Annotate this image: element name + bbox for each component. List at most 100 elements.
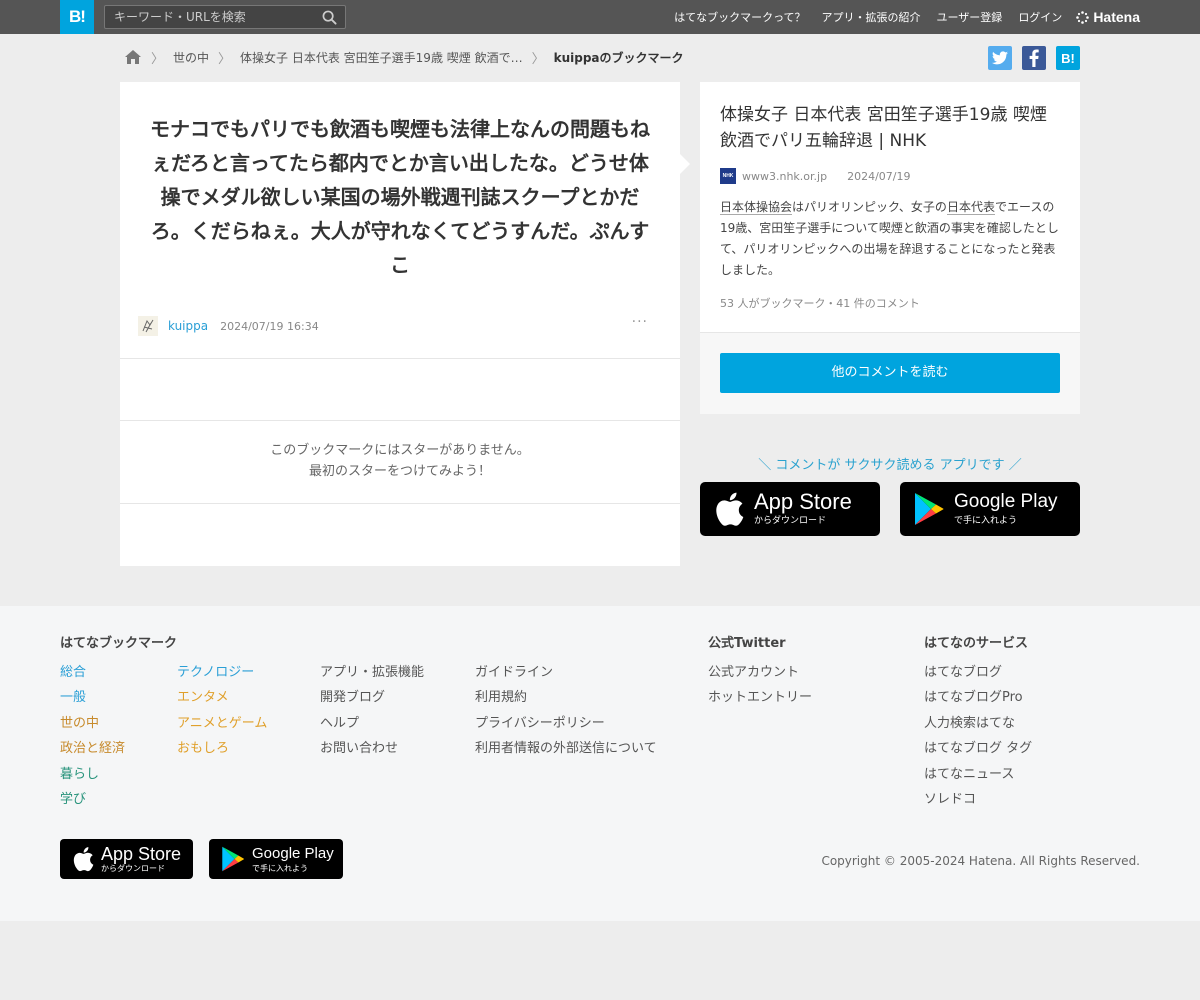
google-play-label: Google Play で手に入れよう	[954, 491, 1058, 527]
bookmark-comment-card: モナコでもパリでも飲酒も喫煙も法律上なんの問題もねぇだろと言ってたら都内でとか言…	[120, 82, 690, 566]
app-store-name: App Store	[754, 489, 852, 514]
breadcrumb-entry[interactable]: 体操女子 日本代表 宮田笙子選手19歳 喫煙 飲酒で…	[240, 49, 523, 66]
google-play-label: Google Play で手に入れよう	[252, 845, 334, 874]
footer-link[interactable]: はてなニュース	[924, 762, 1032, 787]
no-star-message: このブックマークにはスターがありません。 最初のスターをつけてみよう！	[120, 440, 680, 482]
app-store-sub: からダウンロード	[754, 516, 827, 526]
footer-link[interactable]: はてなブログ タグ	[924, 736, 1032, 761]
footer-services-heading: はてなのサービス	[924, 636, 1029, 651]
top-bar: B! はてなブックマークって？ アプリ・拡張の紹介 ユーザー登録 ログイン Ha…	[0, 0, 1200, 34]
chevron-right-icon: 〉	[151, 51, 165, 67]
facebook-f-icon	[1029, 49, 1039, 67]
footer-twitter-heading: 公式Twitter	[708, 636, 786, 651]
entry-meta: NHK www3.nhk.or.jp 2024/07/19	[720, 168, 910, 184]
chevron-right-icon: 〉	[218, 51, 232, 67]
card-pointer	[680, 154, 690, 174]
breadcrumb-category[interactable]: 世の中	[173, 49, 209, 66]
app-store-label: App Store からダウンロード	[101, 845, 181, 874]
top-nav: はてなブックマークって？ アプリ・拡張の紹介 ユーザー登録 ログイン Haten…	[658, 0, 1140, 34]
entry-title-link[interactable]: 体操女子 日本代表 宮田笙子選手19歳 喫煙 飲酒でパリ五輪辞退 | NHK	[720, 102, 1065, 154]
google-play-icon	[222, 846, 245, 872]
hatena-bookmark-logo[interactable]: B!	[60, 0, 94, 34]
footer-links-col4: ガイドライン 利用規約 プライバシーポリシー 利用者情報の外部送信について	[475, 660, 657, 762]
footer-app-store-button[interactable]: App Store からダウンロード	[60, 839, 193, 879]
footer-category-link[interactable]: エンタメ	[177, 685, 267, 710]
app-store-label: App Store からダウンロード	[754, 491, 852, 527]
app-store-button[interactable]: App Store からダウンロード	[700, 482, 880, 536]
footer-bookmark-heading: はてなブックマーク	[60, 636, 178, 651]
nav-login[interactable]: ログイン	[1018, 9, 1062, 25]
footer-category-link[interactable]: 世の中	[60, 711, 125, 736]
entry-date: 2024/07/19	[847, 169, 911, 183]
footer-link[interactable]: 開発ブログ	[320, 685, 424, 710]
footer-google-play-button[interactable]: Google Play で手に入れよう	[209, 839, 343, 879]
more-options-icon[interactable]: ···	[632, 314, 648, 330]
copyright: Copyright © 2005-2024 Hatena. All Rights…	[821, 854, 1140, 868]
read-other-comments-button[interactable]: 他のコメントを読む	[720, 353, 1060, 393]
footer-category-link[interactable]: 学び	[60, 787, 125, 812]
footer-link[interactable]: ホットエントリー	[708, 685, 812, 710]
footer-link[interactable]: プライバシーポリシー	[475, 711, 657, 736]
entry-keyword[interactable]: 日本体操協会	[720, 200, 793, 215]
footer-category-link[interactable]: おもしろ	[177, 736, 267, 761]
search-icon[interactable]	[322, 10, 337, 25]
facebook-share-button[interactable]	[1022, 46, 1046, 70]
footer-category-link[interactable]: 政治と経済	[60, 736, 125, 761]
footer-link[interactable]: 公式アカウント	[708, 660, 812, 685]
comment-timestamp[interactable]: 2024/07/19 16:34	[220, 320, 319, 333]
hatena-dots-icon	[1076, 10, 1090, 24]
app-store-name: App Store	[101, 843, 182, 864]
search-input[interactable]	[105, 6, 315, 28]
footer-category-link[interactable]: 一般	[60, 685, 125, 710]
footer-link[interactable]: 利用者情報の外部送信について	[475, 736, 657, 761]
nhk-favicon: NHK	[720, 168, 736, 184]
google-play-button[interactable]: Google Play で手に入れよう	[900, 482, 1080, 536]
entry-card: 体操女子 日本代表 宮田笙子選手19歳 喫煙 飲酒でパリ五輪辞退 | NHK N…	[700, 82, 1080, 414]
apple-icon	[73, 847, 94, 872]
hatena-brand-link[interactable]: Hatena	[1076, 9, 1140, 25]
hatena-share-button[interactable]: B!	[1056, 46, 1080, 70]
entry-desc-text: はパリオリンピック、女子の	[792, 200, 947, 214]
footer-services-links: はてなブログ はてなブログPro 人力検索はてな はてなブログ タグ はてなニュ…	[924, 660, 1032, 812]
footer-link[interactable]: 人力検索はてな	[924, 711, 1032, 736]
footer-category-link[interactable]: テクノロジー	[177, 660, 267, 685]
footer-link[interactable]: はてなブログ	[924, 660, 1032, 685]
footer-category-link[interactable]: アニメとゲーム	[177, 711, 267, 736]
twitter-share-button[interactable]	[988, 46, 1012, 70]
footer-link[interactable]: はてなブログPro	[924, 685, 1032, 710]
google-play-sub: で手に入れよう	[954, 516, 1018, 526]
nav-register[interactable]: ユーザー登録	[937, 9, 1003, 25]
no-star-line: このブックマークにはスターがありません。	[270, 443, 530, 458]
hatena-brand-text: Hatena	[1093, 9, 1140, 25]
comment-text: モナコでもパリでも飲酒も喫煙も法律上なんの問題もねぇだろと言ってたら都内でとか言…	[150, 117, 650, 277]
entry-description: 日本体操協会はパリオリンピック、女子の日本代表でエースの19歳、宮田笙子選手につ…	[720, 197, 1065, 281]
google-play-icon	[915, 493, 944, 525]
entry-stats[interactable]: 53 人がブックマーク・41 件のコメント	[720, 295, 920, 311]
footer-link[interactable]: お問い合わせ	[320, 736, 424, 761]
footer-link[interactable]: ガイドライン	[475, 660, 657, 685]
username-link[interactable]: kuippa	[168, 319, 208, 333]
footer-link[interactable]: 利用規約	[475, 685, 657, 710]
share-buttons: B!	[988, 46, 1080, 70]
footer-categories-col1: 総合 一般 世の中 政治と経済 暮らし 学び	[60, 660, 125, 812]
divider	[120, 358, 680, 359]
breadcrumb: 〉 世の中 〉 体操女子 日本代表 宮田笙子選手19歳 喫煙 飲酒で… 〉 ku…	[124, 46, 684, 68]
footer-link[interactable]: ソレドコ	[924, 787, 1032, 812]
footer-category-link[interactable]: 総合	[60, 660, 125, 685]
footer-link[interactable]: ヘルプ	[320, 711, 424, 736]
app-store-sub: からダウンロード	[101, 863, 165, 873]
search-box	[104, 5, 346, 29]
nav-apps[interactable]: アプリ・拡張の紹介	[822, 9, 921, 25]
apple-icon	[716, 492, 744, 526]
google-play-name: Google Play	[252, 844, 334, 862]
footer-category-link[interactable]: 暮らし	[60, 762, 125, 787]
avatar[interactable]	[138, 316, 158, 336]
chevron-right-icon: 〉	[531, 51, 545, 67]
nav-about[interactable]: はてなブックマークって？	[674, 9, 805, 25]
entry-footer: 他のコメントを読む	[700, 332, 1080, 414]
footer: はてなブックマーク 総合 一般 世の中 政治と経済 暮らし 学び テクノロジー …	[0, 606, 1200, 921]
home-icon[interactable]	[124, 49, 142, 65]
entry-keyword[interactable]: 日本代表	[946, 200, 995, 215]
entry-domain-link[interactable]: www3.nhk.or.jp	[742, 170, 827, 183]
footer-link[interactable]: アプリ・拡張機能	[320, 660, 424, 685]
